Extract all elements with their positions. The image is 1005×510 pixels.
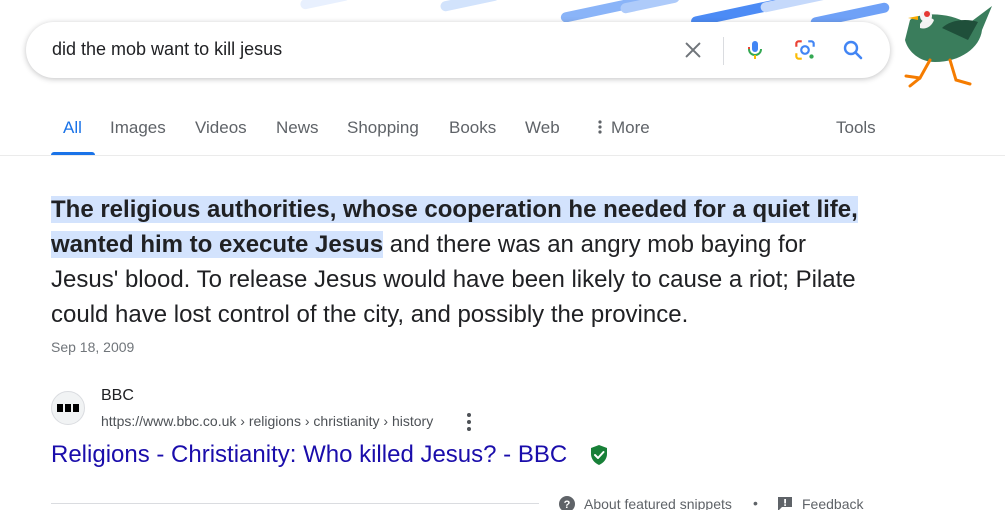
tab-images[interactable]: Images [110, 118, 166, 138]
tools-button[interactable]: Tools [836, 118, 876, 138]
close-icon[interactable] [678, 35, 708, 65]
search-input[interactable]: did the mob want to kill jesus [52, 39, 282, 60]
vertical-dots-icon [598, 120, 602, 134]
source-url[interactable]: https://www.bbc.co.uk › religions › chri… [101, 413, 433, 429]
footer-separator: • [753, 495, 758, 510]
result-options-icon[interactable] [463, 412, 475, 432]
tab-more[interactable]: More [595, 118, 650, 138]
tab-all[interactable]: All [63, 118, 82, 138]
feedback-link[interactable]: Feedback [776, 495, 863, 510]
search-box-divider [723, 37, 724, 65]
tab-news[interactable]: News [276, 118, 319, 138]
snippet-footer-divider [51, 503, 539, 504]
tab-books[interactable]: Books [449, 118, 496, 138]
google-doodle-bird[interactable] [880, 0, 1005, 95]
search-tabs: All Images Videos News Shopping Books We… [0, 112, 1005, 156]
snippet-date: Sep 18, 2009 [51, 339, 135, 355]
svg-text:?: ? [564, 499, 571, 510]
bbc-favicon[interactable] [51, 391, 85, 425]
tab-shopping[interactable]: Shopping [347, 118, 419, 138]
feedback-icon [778, 497, 792, 510]
help-icon: ? [559, 496, 575, 510]
search-icon[interactable] [838, 35, 868, 65]
tabs-divider [0, 155, 1005, 156]
tab-videos[interactable]: Videos [195, 118, 247, 138]
tab-more-label: More [611, 118, 650, 137]
about-featured-snippets-link[interactable]: ? About featured snippets [558, 495, 732, 510]
source-site-name[interactable]: BBC [101, 387, 134, 405]
lens-camera-icon[interactable] [790, 35, 820, 65]
about-featured-snippets-label: About featured snippets [584, 496, 732, 510]
microphone-icon[interactable] [740, 35, 770, 65]
verified-shield-icon [591, 445, 607, 465]
result-title-link[interactable]: Religions - Christianity: Who killed Jes… [51, 441, 567, 469]
search-box[interactable]: did the mob want to kill jesus [26, 22, 890, 78]
feedback-label: Feedback [802, 496, 864, 510]
featured-snippet-text: The religious authorities, whose coopera… [51, 192, 871, 332]
tab-web[interactable]: Web [525, 118, 560, 138]
